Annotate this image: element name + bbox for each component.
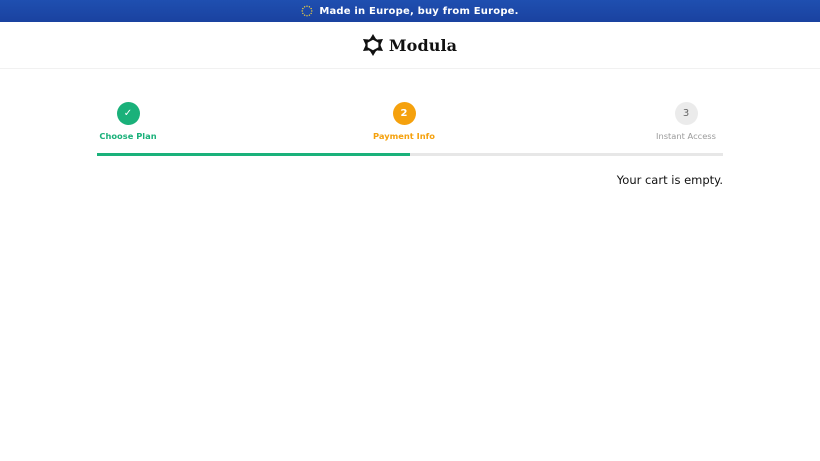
modula-logo-icon — [362, 34, 383, 56]
step-2-label: Payment Info — [373, 131, 435, 141]
banner-text: Made in Europe, buy from Europe. — [319, 5, 519, 17]
step-1-check-icon: ✓ — [116, 102, 140, 125]
logo-link[interactable]: Modula — [362, 34, 458, 56]
step-3-label: Instant Access — [656, 131, 716, 141]
progress-fill — [97, 153, 410, 156]
cart-empty-message: Your cart is empty. — [616, 173, 723, 187]
site-header: Modula — [0, 22, 820, 69]
step-choose-plan[interactable]: ✓ Choose Plan — [96, 102, 160, 141]
progress-bar — [97, 153, 723, 156]
eu-flag-icon — [301, 5, 313, 17]
logo-text: Modula — [388, 35, 458, 55]
step-instant-access: 3 Instant Access — [654, 102, 718, 141]
step-3-number: 3 — [674, 102, 698, 125]
step-1-label: Choose Plan — [99, 131, 157, 141]
step-payment-info: 2 Payment Info — [372, 102, 436, 141]
checkout-steps: ✓ Choose Plan 2 Payment Info 3 Instant A… — [96, 102, 724, 157]
eu-banner: Made in Europe, buy from Europe. — [0, 0, 820, 22]
step-2-number: 2 — [392, 102, 416, 125]
